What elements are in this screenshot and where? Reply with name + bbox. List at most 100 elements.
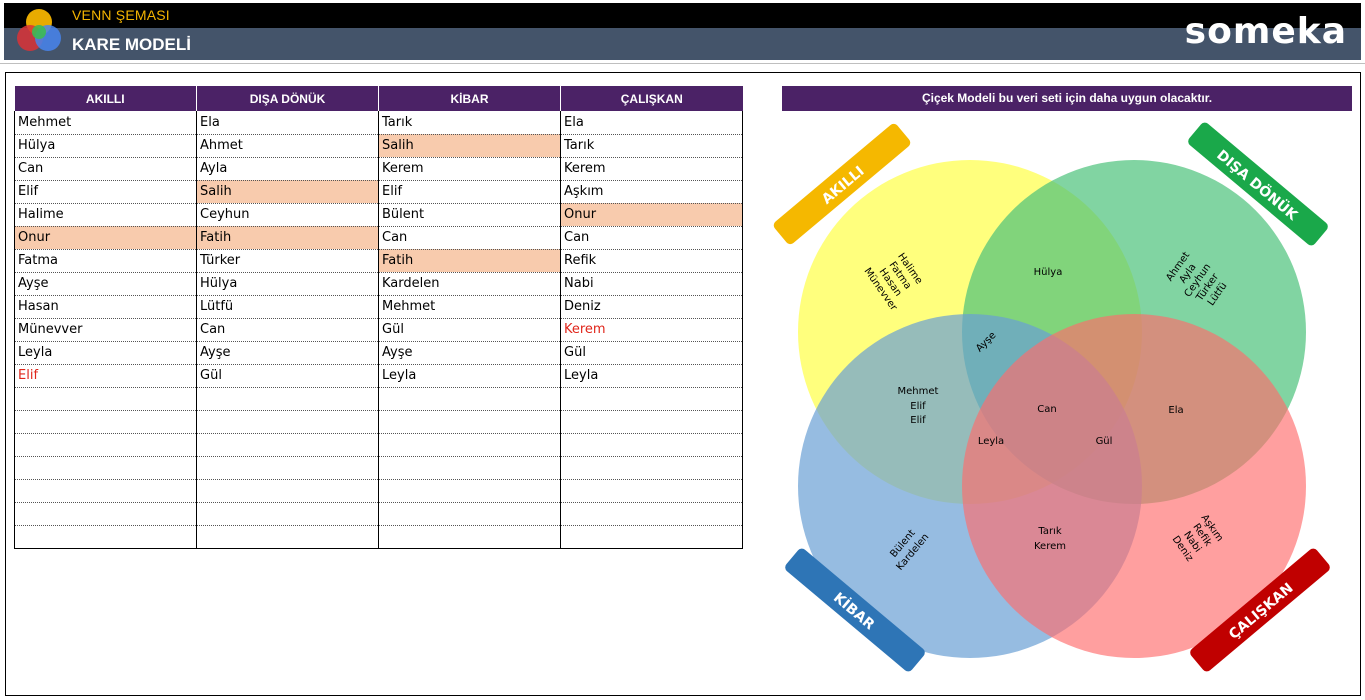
table-cell[interactable] [560,525,743,549]
table-cell[interactable]: Münevver [14,318,197,342]
table-row [14,456,743,480]
region-akilli-disa: Hülya [1034,267,1063,278]
table-cell[interactable]: Can [196,318,379,342]
table-cell[interactable]: Ayşe [378,341,561,365]
table-cell[interactable]: Nabi [560,272,743,296]
table-cell[interactable]: Refik [560,249,743,273]
table-cell[interactable]: Türker [196,249,379,273]
table-cell[interactable] [560,479,743,503]
table-cell[interactable] [14,433,197,457]
table-cell[interactable] [560,456,743,480]
table-cell[interactable] [14,456,197,480]
table-cell[interactable]: Leyla [560,364,743,388]
table-cell[interactable]: Salih [196,180,379,204]
table-cell[interactable] [378,387,561,411]
table-cell[interactable]: Onur [560,203,743,227]
table-cell[interactable]: Deniz [560,295,743,319]
table-cell[interactable]: Kardelen [378,272,561,296]
table-row: Ayşe Hülya Kardelen Nabi [14,272,743,296]
table-cell[interactable] [14,479,197,503]
table-cell[interactable] [378,410,561,434]
table-cell[interactable]: Kerem [378,157,561,181]
table-cell[interactable]: Ayşe [14,272,197,296]
table-cell[interactable] [14,387,197,411]
table-cell[interactable] [378,479,561,503]
header-divider [0,63,1365,64]
table-cell[interactable]: Can [560,226,743,250]
table-cell[interactable] [560,410,743,434]
table-cell[interactable] [378,525,561,549]
table-row: Halime Ceyhun Bülent Onur [14,203,743,227]
region-name: Elif [910,415,926,426]
table-cell[interactable]: Gül [560,341,743,365]
venn-title: Çiçek Modeli bu veri seti için daha uygu… [782,86,1352,111]
table-cell[interactable] [560,502,743,526]
table-cell[interactable] [560,387,743,411]
brand-logo: someka [1184,11,1347,52]
table-cell[interactable] [378,502,561,526]
table-row: Fatma Türker Fatih Refik [14,249,743,273]
table-cell[interactable] [560,433,743,457]
page-subtitle: VENN ŞEMASI [72,7,170,23]
table-cell[interactable] [196,433,379,457]
table-cell[interactable]: Onur [14,226,197,250]
table-cell[interactable]: Ayşe [196,341,379,365]
table-cell[interactable] [14,525,197,549]
venn-logo-icon [17,9,61,51]
table-cell[interactable]: Gül [196,364,379,388]
table-cell[interactable] [14,502,197,526]
table-cell[interactable]: Hülya [14,134,197,158]
table-cell[interactable]: Salih [378,134,561,158]
table-cell[interactable] [378,456,561,480]
table-cell[interactable]: Lütfü [196,295,379,319]
table-cell[interactable]: Kerem [560,157,743,181]
table-cell[interactable]: Tarık [560,134,743,158]
table-cell[interactable]: Fatih [378,249,561,273]
table-row [14,410,743,434]
table-cell[interactable]: Ela [196,111,379,135]
table-cell[interactable] [196,410,379,434]
table-cell[interactable]: Kerem [560,318,743,342]
table-cell[interactable] [378,433,561,457]
table-cell[interactable]: Halime [14,203,197,227]
table-row [14,525,743,549]
table-cell[interactable] [196,479,379,503]
table-cell[interactable]: Fatma [14,249,197,273]
table-cell[interactable]: Tarık [378,111,561,135]
table-cell[interactable]: Leyla [378,364,561,388]
table-cell[interactable]: Can [14,157,197,181]
table-cell[interactable]: Ayla [196,157,379,181]
table-cell[interactable]: Hülya [196,272,379,296]
table-row: Can Ayla Kerem Kerem [14,157,743,181]
table-cell[interactable]: Ela [560,111,743,135]
table-cell[interactable] [196,387,379,411]
table-cell[interactable]: Leyla [14,341,197,365]
table-cell[interactable] [196,525,379,549]
table-cell[interactable]: Ahmet [196,134,379,158]
header-bottom-bar [4,28,1361,60]
column-header-kibar: KİBAR [378,86,561,111]
table-cell[interactable]: Elif [14,364,197,388]
table-cell[interactable]: Fatih [196,226,379,250]
table-cell[interactable]: Ceyhun [196,203,379,227]
table-cell[interactable]: Aşkım [560,180,743,204]
table-cell[interactable]: Gül [378,318,561,342]
table-cell[interactable]: Mehmet [14,111,197,135]
region-all-four: Can [1037,404,1056,415]
table-cell[interactable]: Elif [378,180,561,204]
table-cell[interactable]: Hasan [14,295,197,319]
table-row [14,387,743,411]
table-cell[interactable]: Can [378,226,561,250]
region-akilli-kibar-caliskan: Leyla [978,436,1004,447]
table-cell[interactable]: Mehmet [378,295,561,319]
table-cell[interactable] [196,502,379,526]
table-row: Münevver Can Gül Kerem [14,318,743,342]
header-top-bar [4,3,1361,28]
table-row: Leyla Ayşe Ayşe Gül [14,341,743,365]
table-cell[interactable]: Elif [14,180,197,204]
table-row: Elif Gül Leyla Leyla [14,364,743,388]
region-name: Mehmet [898,386,939,397]
table-cell[interactable] [14,410,197,434]
table-cell[interactable]: Bülent [378,203,561,227]
table-cell[interactable] [196,456,379,480]
